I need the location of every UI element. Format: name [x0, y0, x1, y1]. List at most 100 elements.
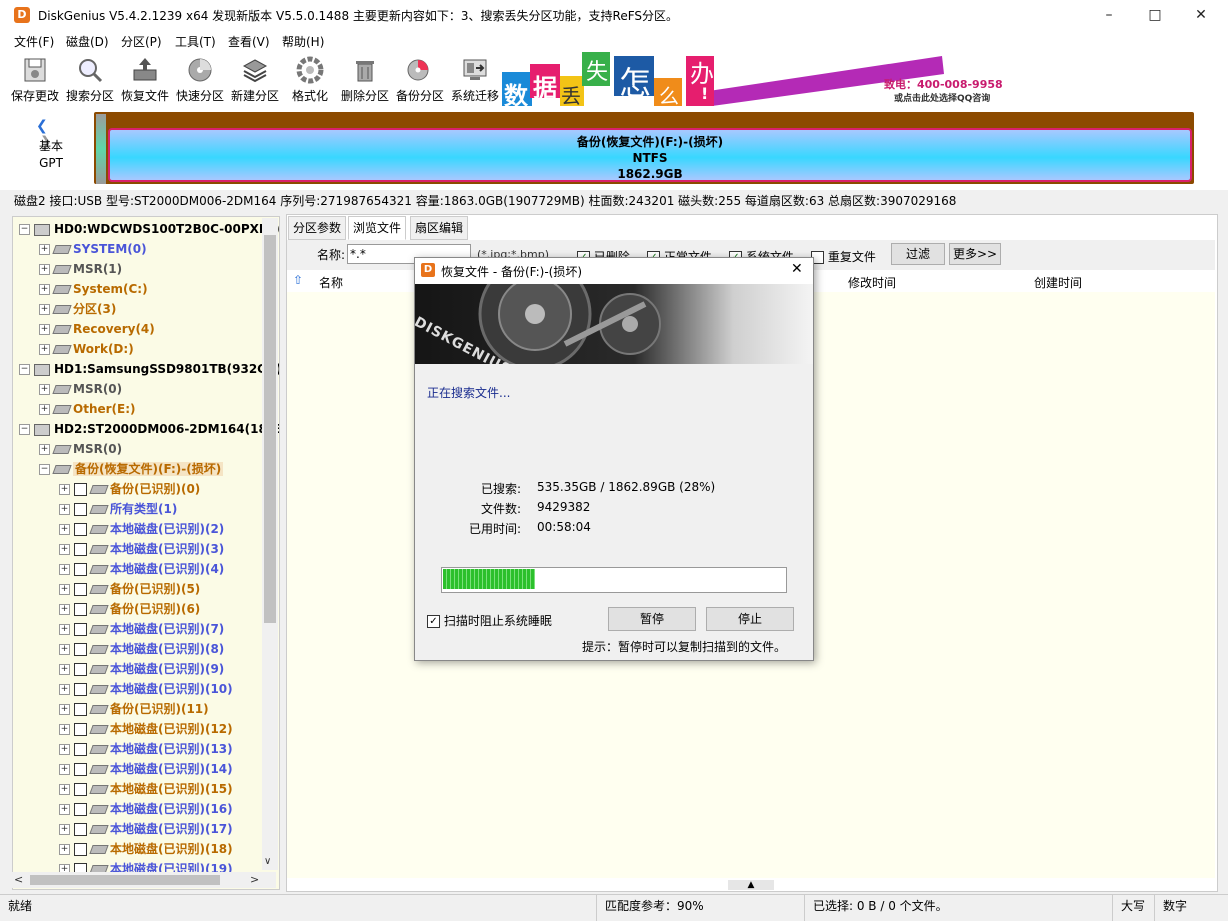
tree-checkbox[interactable] — [74, 483, 87, 496]
tree-checkbox[interactable] — [74, 723, 87, 736]
tab-browse-files[interactable]: 浏览文件 — [348, 216, 407, 240]
tree-partition-node[interactable]: + 分区(3) — [13, 299, 116, 319]
tree-file-type-node[interactable]: + 备份(已识别)(0) — [13, 479, 200, 499]
tree-checkbox[interactable] — [74, 663, 87, 676]
tree-scrollbar-thumb[interactable] — [264, 235, 276, 623]
column-modified[interactable]: 修改时间 — [848, 274, 896, 291]
save-changes-button[interactable]: 保存更改 — [7, 54, 63, 106]
tree-file-type-node[interactable]: + 本地磁盘(已识别)(15) — [13, 779, 233, 799]
tree-checkbox[interactable] — [74, 803, 87, 816]
recover-files-button[interactable]: 恢复文件 — [117, 54, 173, 106]
tree-expand-icon[interactable]: − — [19, 424, 30, 435]
tree-expand-icon[interactable]: + — [59, 524, 70, 535]
tree-expand-icon[interactable]: + — [59, 624, 70, 635]
tree-file-type-node[interactable]: + 备份(已识别)(6) — [13, 599, 200, 619]
sort-up-icon[interactable]: ⇧ — [293, 273, 303, 287]
tree-checkbox[interactable] — [74, 583, 87, 596]
tree-expand-icon[interactable]: + — [59, 684, 70, 695]
tree-expand-icon[interactable]: + — [59, 544, 70, 555]
promo-banner[interactable]: 数 据 丢 失 怎 么 办 ! DiskGenius 团队为您服务 致电：400… — [502, 50, 1002, 106]
tree-file-type-node[interactable]: + 本地磁盘(已识别)(18) — [13, 839, 233, 859]
scroll-down-icon[interactable]: ∨ — [264, 856, 271, 867]
tree-checkbox[interactable] — [74, 703, 87, 716]
tree-checkbox[interactable] — [74, 503, 87, 516]
tree-expand-icon[interactable]: + — [59, 724, 70, 735]
partition-block[interactable]: 备份(恢复文件)(F:)-(损坏) NTFS 1862.9GB — [108, 128, 1192, 182]
tree-expand-icon[interactable]: + — [39, 404, 50, 415]
tree-partition-node[interactable]: + Recovery(4) — [13, 319, 155, 339]
tree-disk-node[interactable]: − HD1:SamsungSSD9801TB(932GB) — [13, 359, 279, 379]
tree-hscrollbar-thumb[interactable] — [30, 875, 220, 885]
duplicate-files-checkbox[interactable]: 重复文件 — [811, 248, 876, 265]
tree-file-type-node[interactable]: + 本地磁盘(已识别)(4) — [13, 559, 224, 579]
tree-expand-icon[interactable]: + — [39, 384, 50, 395]
search-partition-button[interactable]: 搜索分区 — [62, 54, 118, 106]
tree-expand-icon[interactable]: + — [59, 804, 70, 815]
stop-button[interactable]: 停止 — [706, 607, 794, 631]
tree-expand-icon[interactable]: + — [39, 304, 50, 315]
tree-disk-node[interactable]: − HD0:WDCWDS100T2B0C-00PXH0( — [13, 219, 279, 239]
more-button[interactable]: 更多>> — [949, 243, 1001, 265]
tree-file-type-node[interactable]: + 本地磁盘(已识别)(2) — [13, 519, 224, 539]
tree-checkbox[interactable] — [74, 743, 87, 756]
format-button[interactable]: 格式化 — [282, 54, 338, 106]
banner-qq[interactable]: 或点击此处选择QQ咨询 — [894, 91, 990, 104]
tree-checkbox[interactable] — [74, 543, 87, 556]
tree-expand-icon[interactable]: + — [59, 664, 70, 675]
tree-checkbox[interactable] — [74, 563, 87, 576]
tree-file-type-node[interactable]: + 本地磁盘(已识别)(10) — [13, 679, 233, 699]
menu-view[interactable]: 查看(V) — [228, 33, 270, 50]
tree-expand-icon[interactable]: + — [59, 824, 70, 835]
tree-partition-node[interactable]: + MSR(0) — [13, 379, 122, 399]
system-migration-button[interactable]: 系统迁移 — [447, 54, 503, 106]
tree-expand-icon[interactable]: + — [59, 744, 70, 755]
menu-disk[interactable]: 磁盘(D) — [66, 33, 109, 50]
tree-expand-icon[interactable]: + — [39, 324, 50, 335]
column-name[interactable]: 名称 — [319, 274, 343, 291]
tree-expand-icon[interactable]: + — [59, 504, 70, 515]
tree-partition-node[interactable]: + MSR(1) — [13, 259, 122, 279]
pause-button[interactable]: 暂停 — [608, 607, 696, 631]
tree-partition-node[interactable]: + Work(D:) — [13, 339, 134, 359]
tree-file-type-node[interactable]: + 本地磁盘(已识别)(17) — [13, 819, 233, 839]
tree-file-type-node[interactable]: + 所有类型(1) — [13, 499, 177, 519]
tree-expand-icon[interactable]: + — [39, 244, 50, 255]
quick-partition-button[interactable]: 快速分区 — [172, 54, 228, 106]
tree-checkbox[interactable] — [74, 823, 87, 836]
scroll-right-icon[interactable]: > — [250, 873, 259, 886]
maximize-icon[interactable]: □ — [1132, 0, 1178, 30]
filter-button[interactable]: 过滤 — [891, 243, 945, 265]
tree-expand-icon[interactable]: − — [39, 464, 50, 475]
tree-file-type-node[interactable]: + 本地磁盘(已识别)(9) — [13, 659, 224, 679]
disk-bar-unallocated[interactable] — [96, 114, 106, 184]
tree-file-type-node[interactable]: + 本地磁盘(已识别)(16) — [13, 799, 233, 819]
tree-expand-icon[interactable]: + — [59, 784, 70, 795]
tree-file-type-node[interactable]: + 备份(已识别)(5) — [13, 579, 200, 599]
menu-file[interactable]: 文件(F) — [14, 33, 54, 50]
new-partition-button[interactable]: 新建分区 — [227, 54, 283, 106]
tree-partition-node[interactable]: + MSR(0) — [13, 439, 122, 459]
tree-checkbox[interactable] — [74, 623, 87, 636]
tree-disk-node[interactable]: − HD2:ST2000DM006-2DM164(1863 — [13, 419, 279, 439]
prevent-sleep-checkbox[interactable]: ✓ 扫描时阻止系统睡眠 — [427, 612, 552, 629]
tree-expand-icon[interactable]: + — [39, 444, 50, 455]
tree-checkbox[interactable] — [74, 603, 87, 616]
tree-expand-icon[interactable]: + — [59, 484, 70, 495]
tree-expand-icon[interactable]: + — [39, 344, 50, 355]
tree-expand-icon[interactable]: − — [19, 364, 30, 375]
tree-expand-icon[interactable]: − — [19, 224, 30, 235]
tree-file-type-node[interactable]: + 本地磁盘(已识别)(13) — [13, 739, 233, 759]
tree-partition-node[interactable]: − 备份(恢复文件)(F:)-(损坏) — [13, 459, 224, 479]
menu-help[interactable]: 帮助(H) — [282, 33, 324, 50]
collapse-panel-icon[interactable]: ▲ — [728, 880, 774, 890]
tree-checkbox[interactable] — [74, 683, 87, 696]
tree-partition-node[interactable]: + Other(E:) — [13, 399, 136, 419]
tab-partition-params[interactable]: 分区参数 — [288, 216, 347, 240]
tree-expand-icon[interactable]: + — [59, 584, 70, 595]
tree-expand-icon[interactable]: + — [59, 604, 70, 615]
tree-checkbox[interactable] — [74, 843, 87, 856]
tree-checkbox[interactable] — [74, 643, 87, 656]
tab-sector-editor[interactable]: 扇区编辑 — [410, 216, 469, 240]
tree-expand-icon[interactable]: + — [39, 264, 50, 275]
tree-checkbox[interactable] — [74, 523, 87, 536]
